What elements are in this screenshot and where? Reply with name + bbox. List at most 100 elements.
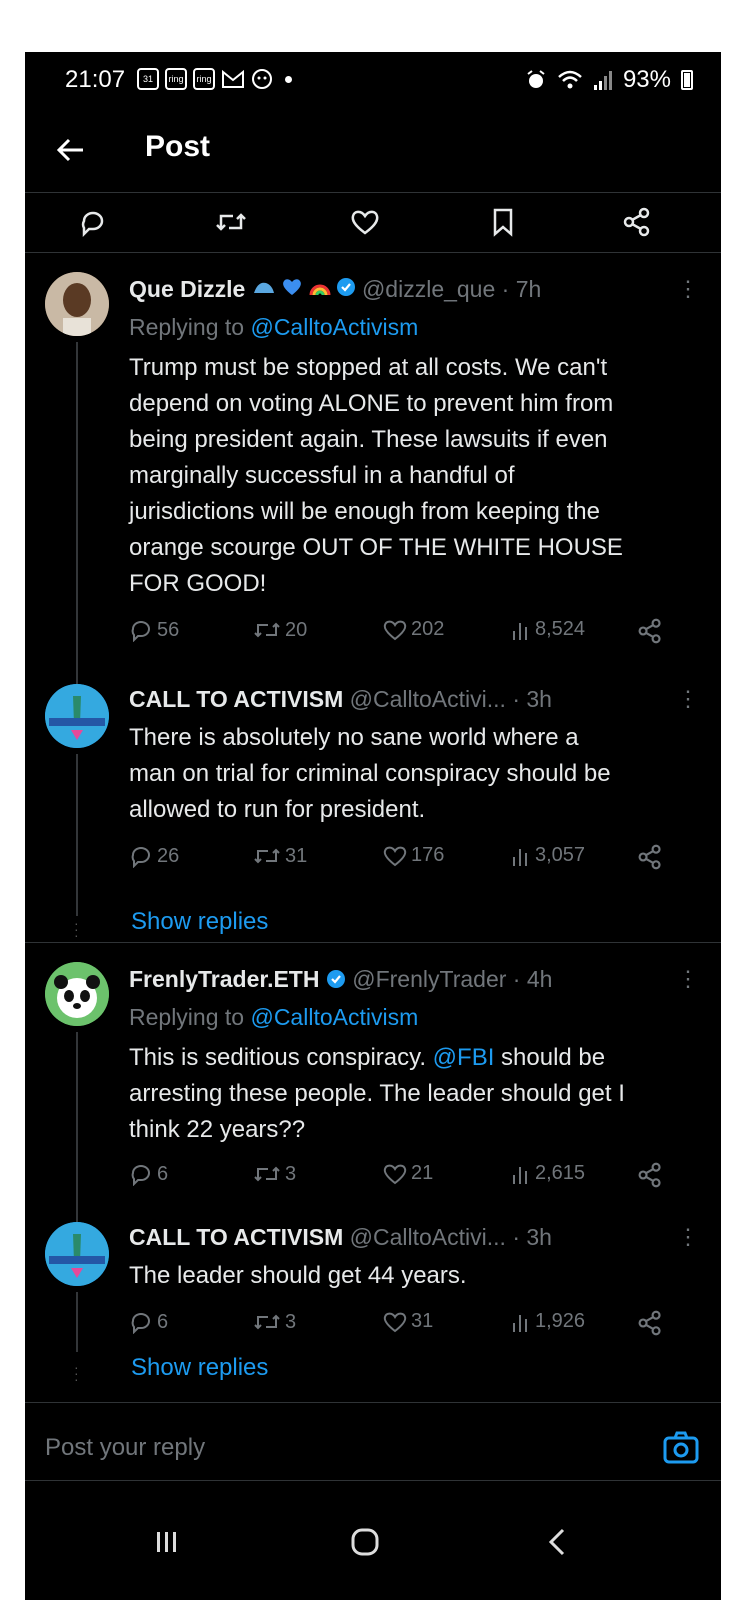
share-button[interactable] — [617, 202, 657, 242]
timestamp: · 7h — [501, 276, 542, 302]
tweet-text: There is absolutely no sane world where … — [129, 724, 611, 823]
display-name[interactable]: FrenlyTrader.ETH — [129, 966, 319, 992]
show-replies-link[interactable]: Show replies — [131, 908, 268, 936]
share-button[interactable] — [637, 618, 663, 644]
handle[interactable]: @CalltoActivi... — [350, 686, 506, 712]
tweet-text: Trump must be stopped at all costs. We c… — [129, 354, 623, 597]
repost-button[interactable] — [211, 202, 251, 242]
reply-count[interactable]: 26 — [129, 844, 179, 868]
reply-count[interactable]: 6 — [129, 1310, 168, 1334]
handle[interactable]: @FrenlyTrader — [352, 966, 506, 992]
repost-count[interactable]: 3 — [253, 1162, 296, 1186]
wifi-icon — [558, 70, 582, 89]
main-post-actions — [25, 194, 721, 250]
status-bar: 21:07 31 ring ring 93% — [25, 52, 721, 108]
replying-prefix: Replying to — [129, 1004, 245, 1030]
mention-link[interactable]: @FBI — [433, 1044, 495, 1071]
divider — [25, 1480, 721, 1481]
heart-icon — [383, 1312, 407, 1332]
display-name[interactable]: Que Dizzle — [129, 276, 245, 302]
handle[interactable]: @dizzle_que — [362, 276, 495, 302]
more-options-icon[interactable]: ⋮ — [677, 966, 699, 992]
gmail-icon — [222, 69, 244, 88]
tweet-stats: 56 20 202 8,524 — [129, 618, 669, 648]
camera-icon[interactable] — [661, 1428, 701, 1468]
view-count[interactable]: 8,524 — [511, 618, 585, 641]
back-arrow-icon[interactable] — [53, 132, 89, 168]
bookmark-button[interactable] — [483, 202, 523, 242]
share-icon — [638, 1162, 661, 1188]
view-count[interactable]: 1,926 — [511, 1310, 585, 1333]
share-button[interactable] — [637, 844, 663, 870]
like-count[interactable]: 31 — [383, 1310, 433, 1333]
repost-count[interactable]: 31 — [253, 844, 307, 868]
heart-icon — [383, 620, 407, 640]
view-count[interactable]: 2,615 — [511, 1162, 585, 1185]
replying-to: Replying to @CalltoActivism — [129, 1004, 418, 1031]
recent-apps-button[interactable] — [137, 1512, 197, 1572]
more-options-icon[interactable]: ⋮ — [677, 686, 699, 712]
view-count-value: 3,057 — [535, 844, 586, 866]
replying-to-link[interactable]: @CalltoActivism — [250, 1004, 418, 1030]
avatar[interactable] — [45, 684, 109, 748]
thread-dots: · · · — [74, 1359, 79, 1387]
replying-prefix: Replying to — [129, 314, 245, 340]
share-button[interactable] — [637, 1162, 663, 1188]
reply-count-value: 56 — [157, 618, 180, 641]
more-options-icon[interactable]: ⋮ — [677, 1224, 699, 1250]
share-button[interactable] — [637, 1310, 663, 1336]
handle[interactable]: @CalltoActivi... — [350, 1224, 506, 1250]
recent-apps-icon — [157, 1532, 176, 1552]
reply-icon — [131, 1313, 150, 1334]
avatar[interactable] — [45, 962, 109, 1026]
replying-to: Replying to @CalltoActivism — [129, 314, 418, 341]
like-count[interactable]: 176 — [383, 844, 444, 867]
avatar-photo — [45, 272, 109, 336]
verified-badge-icon — [337, 278, 356, 296]
like-count[interactable]: 21 — [383, 1162, 433, 1185]
heart-icon — [383, 1164, 407, 1184]
view-count[interactable]: 3,057 — [511, 844, 585, 867]
like-count-value: 176 — [411, 844, 445, 866]
repost-count-value: 3 — [285, 1162, 297, 1185]
reply-button[interactable] — [73, 202, 113, 242]
more-options-icon[interactable]: ⋮ — [677, 276, 699, 302]
reply-composer[interactable]: Post your reply — [25, 1402, 721, 1478]
page-title: Post — [145, 130, 211, 163]
repost-count-value: 3 — [285, 1310, 297, 1333]
phone-screen: 21:07 31 ring ring 93% Post Que Dizzle @… — [25, 52, 721, 1600]
timestamp: · 3h — [512, 686, 552, 712]
display-name[interactable]: CALL TO ACTIVISM — [129, 1224, 343, 1250]
reply-count[interactable]: 56 — [129, 618, 179, 642]
reply-icon — [81, 211, 104, 237]
avatar[interactable] — [45, 1222, 109, 1286]
like-count[interactable]: 202 — [383, 618, 444, 641]
view-count-value: 8,524 — [535, 618, 586, 640]
views-icon — [513, 848, 527, 866]
tweet-header: FrenlyTrader.ETH @FrenlyTrader · 4h — [129, 966, 701, 993]
home-button[interactable] — [335, 1512, 395, 1572]
reply-count[interactable]: 6 — [129, 1162, 168, 1186]
battery-percent: 93% — [622, 66, 671, 93]
thread-dots: · · · — [74, 915, 79, 943]
view-count-value: 2,615 — [535, 1162, 586, 1184]
tweet-header: CALL TO ACTIVISM @CalltoActivi... · 3h — [129, 1224, 701, 1251]
reply-input[interactable]: Post your reply — [45, 1434, 205, 1462]
like-count-value: 31 — [411, 1310, 434, 1332]
replying-to-link[interactable]: @CalltoActivism — [250, 314, 418, 340]
avatar[interactable] — [45, 272, 109, 336]
tweet-stats: 6 3 21 2,615 — [129, 1162, 669, 1192]
avatar-panda — [45, 962, 109, 1026]
back-nav-button[interactable] — [527, 1512, 587, 1572]
repost-icon — [254, 622, 280, 638]
calendar-icon: 31 — [137, 68, 159, 90]
display-name[interactable]: CALL TO ACTIVISM — [129, 686, 343, 712]
home-icon — [351, 1528, 379, 1556]
repost-count[interactable]: 3 — [253, 1310, 296, 1334]
show-replies-link[interactable]: Show replies — [131, 1354, 268, 1382]
like-button[interactable] — [345, 202, 385, 242]
share-icon — [623, 207, 650, 237]
repost-count[interactable]: 20 — [253, 618, 307, 642]
more-notifications-dot — [285, 75, 292, 83]
views-icon — [513, 1314, 527, 1332]
